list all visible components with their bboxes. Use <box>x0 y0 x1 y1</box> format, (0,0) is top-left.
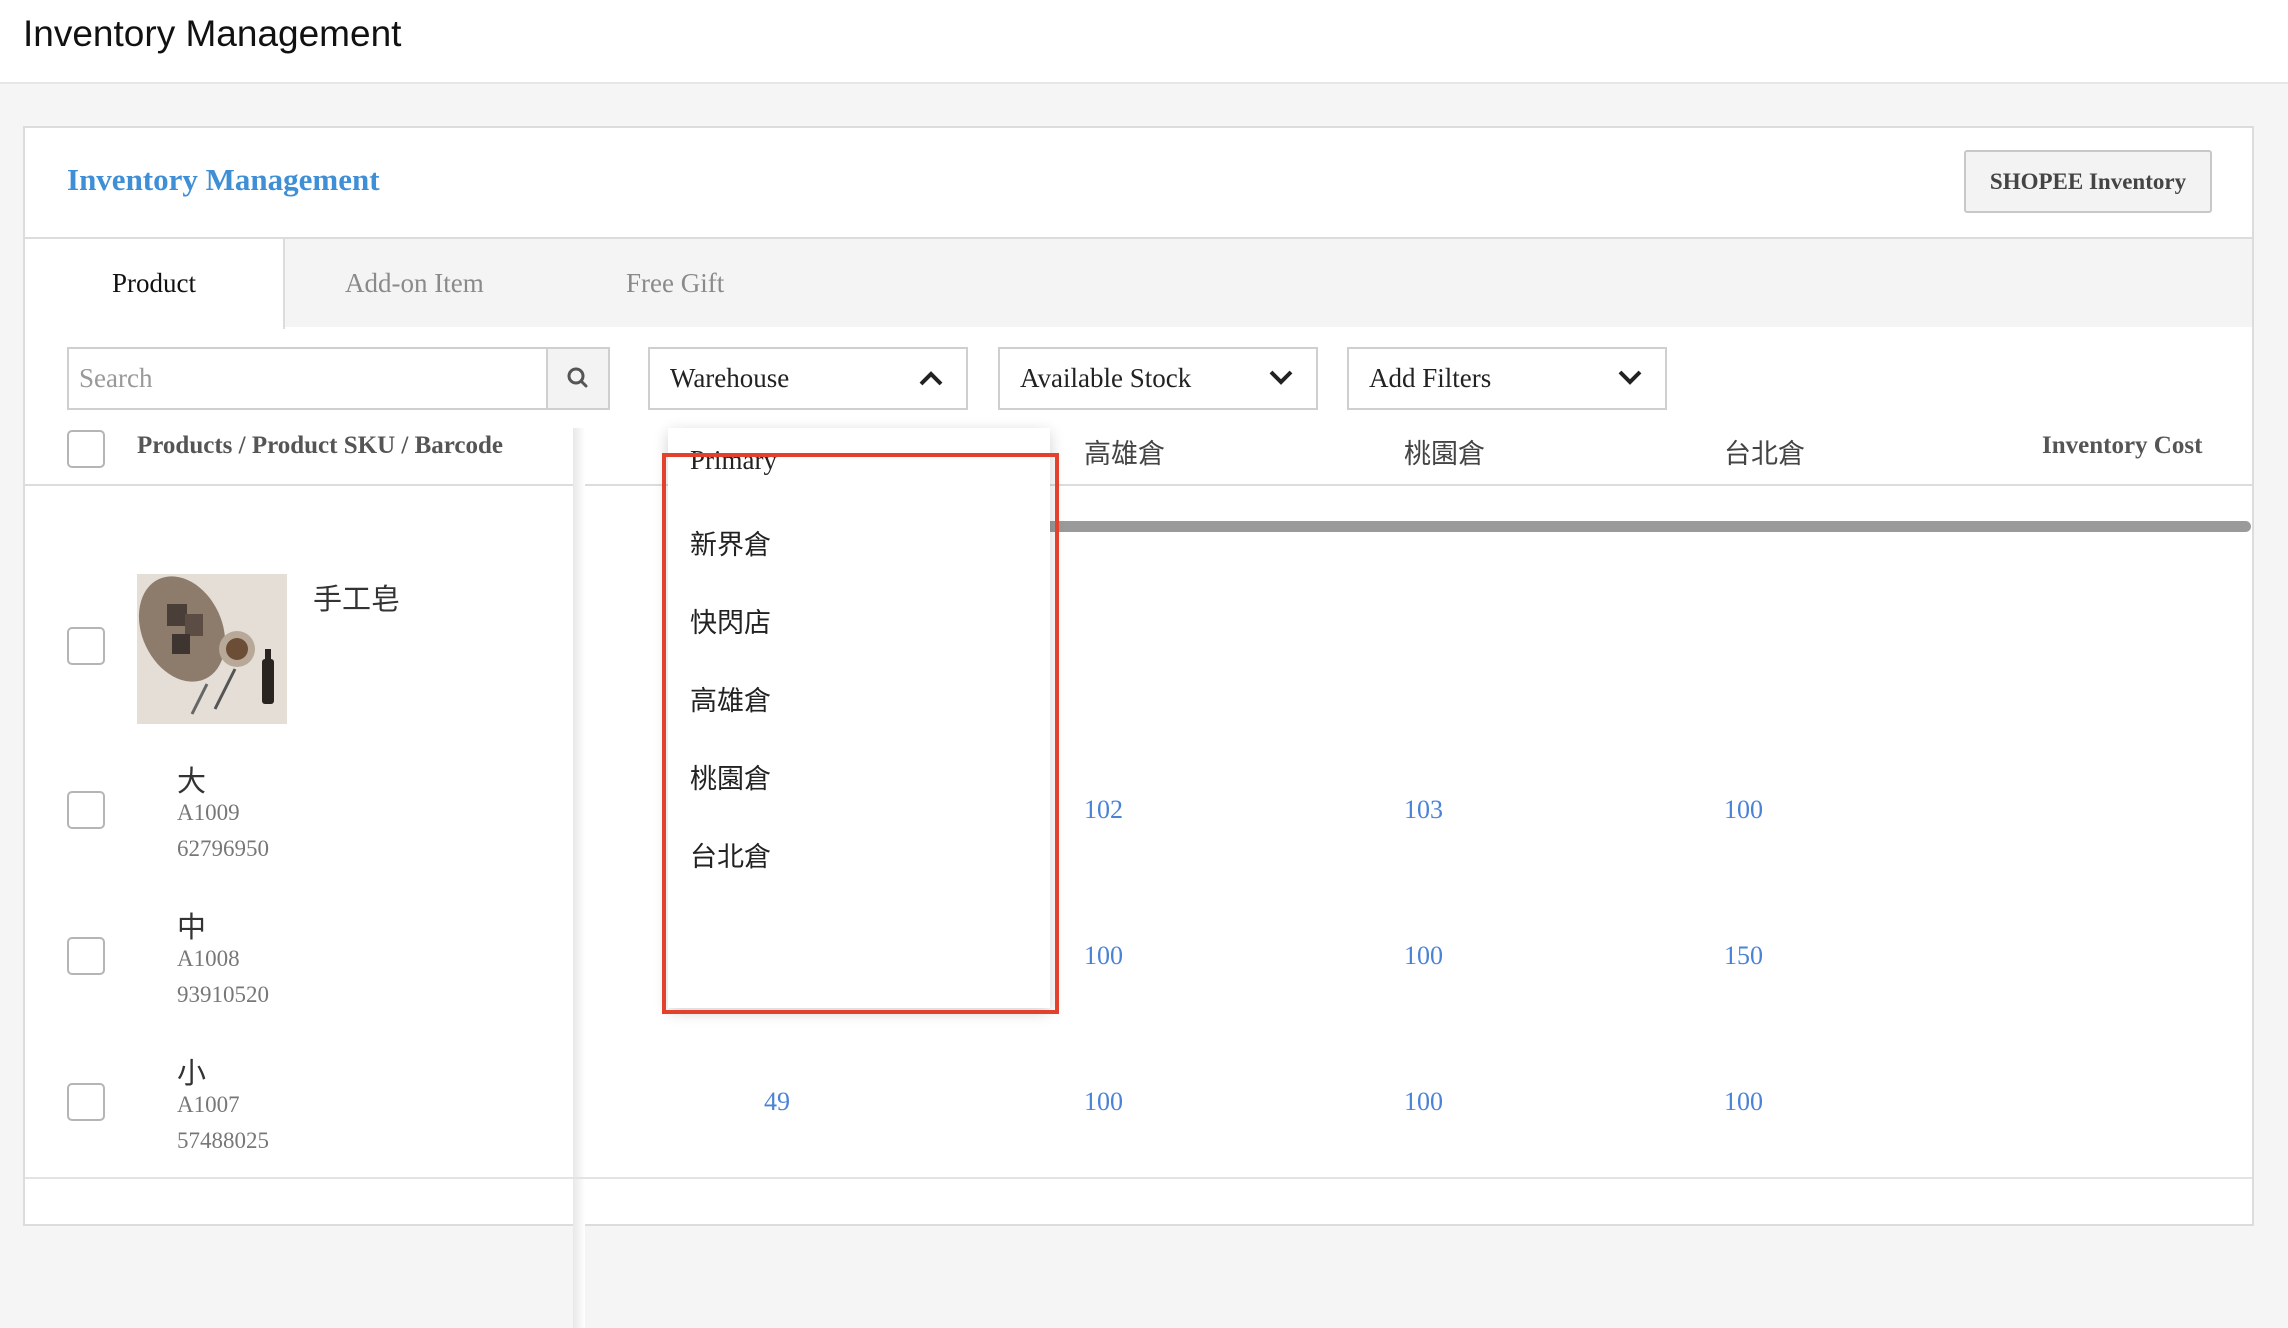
stock-taipei[interactable]: 150 <box>1724 941 1763 971</box>
available-stock-filter-label: Available Stock <box>1020 363 1192 393</box>
stock-taoyuan[interactable]: 103 <box>1404 795 1443 825</box>
variant-sku: A1007 <box>177 1092 240 1117</box>
top-bar: Inventory Management <box>0 0 2288 84</box>
tab-product[interactable]: Product <box>25 239 285 329</box>
horizontal-scrollbar[interactable] <box>1029 521 2251 532</box>
search-button[interactable] <box>546 347 610 410</box>
search-icon <box>567 367 588 388</box>
tab-add-on-item[interactable]: Add-on Item <box>345 239 484 329</box>
stock-kaohsiung[interactable]: 100 <box>1084 941 1123 971</box>
variant-name: 中 <box>177 912 207 944</box>
highlight-box <box>662 453 1059 1014</box>
variant-checkbox[interactable] <box>67 791 105 829</box>
variant-checkbox[interactable] <box>67 1083 105 1121</box>
inventory-card: Inventory Management SHOPEE Inventory Pr… <box>23 126 2254 1328</box>
variant-sku: A1009 <box>177 800 240 825</box>
column-inventory-cost: Inventory Cost <box>2042 432 2203 459</box>
available-stock-filter[interactable]: Available Stock <box>998 347 1318 410</box>
add-filters-label: Add Filters <box>1369 363 1492 393</box>
stock-taoyuan[interactable]: 100 <box>1404 941 1443 971</box>
stock-taipei[interactable]: 100 <box>1724 795 1763 825</box>
column-taipei: 台北倉 <box>1724 439 1805 469</box>
row-divider <box>25 1177 2252 1179</box>
table-header: Products / Product SKU / Barcode 高雄倉 桃園倉… <box>25 412 2252 486</box>
variant-barcode: 62796950 <box>177 836 269 861</box>
sticky-column-shadow <box>573 428 585 1328</box>
search-input[interactable]: Search <box>67 347 548 410</box>
column-kaohsiung: 高雄倉 <box>1084 439 1165 469</box>
stock-kaohsiung[interactable]: 102 <box>1084 795 1123 825</box>
stock-taoyuan[interactable]: 100 <box>1404 1087 1443 1117</box>
product-checkbox[interactable] <box>67 627 105 665</box>
variant-sku: A1008 <box>177 946 240 971</box>
column-taoyuan: 桃園倉 <box>1404 439 1485 469</box>
stock-kaohsiung[interactable]: 100 <box>1084 1087 1123 1117</box>
chevron-down-icon <box>1269 370 1293 385</box>
shopee-inventory-button[interactable]: SHOPEE Inventory <box>1964 150 2212 213</box>
variant-barcode: 57488025 <box>177 1128 269 1153</box>
chevron-down-icon <box>1618 370 1642 385</box>
variant-checkbox[interactable] <box>67 937 105 975</box>
warehouse-filter[interactable]: Warehouse <box>648 347 968 410</box>
select-all-checkbox[interactable] <box>67 430 105 468</box>
product-thumbnail <box>137 574 287 724</box>
tab-free-gift[interactable]: Free Gift <box>626 239 724 329</box>
chevron-up-icon <box>919 371 943 386</box>
warehouse-filter-label: Warehouse <box>670 363 790 393</box>
page-title: Inventory Management <box>23 13 402 54</box>
variant-barcode: 93910520 <box>177 982 269 1007</box>
add-filters-dropdown[interactable]: Add Filters <box>1347 347 1667 410</box>
card-title: Inventory Management <box>67 162 380 197</box>
variant-name: 小 <box>177 1058 207 1090</box>
product-name: 手工皂 <box>313 584 401 616</box>
stock-taipei[interactable]: 100 <box>1724 1087 1763 1117</box>
tab-bar: Product Add-on Item Free Gift <box>25 237 2252 329</box>
variant-name: 大 <box>177 766 207 798</box>
stock-primary[interactable]: 49 <box>764 1087 790 1117</box>
column-products: Products / Product SKU / Barcode <box>137 432 503 459</box>
